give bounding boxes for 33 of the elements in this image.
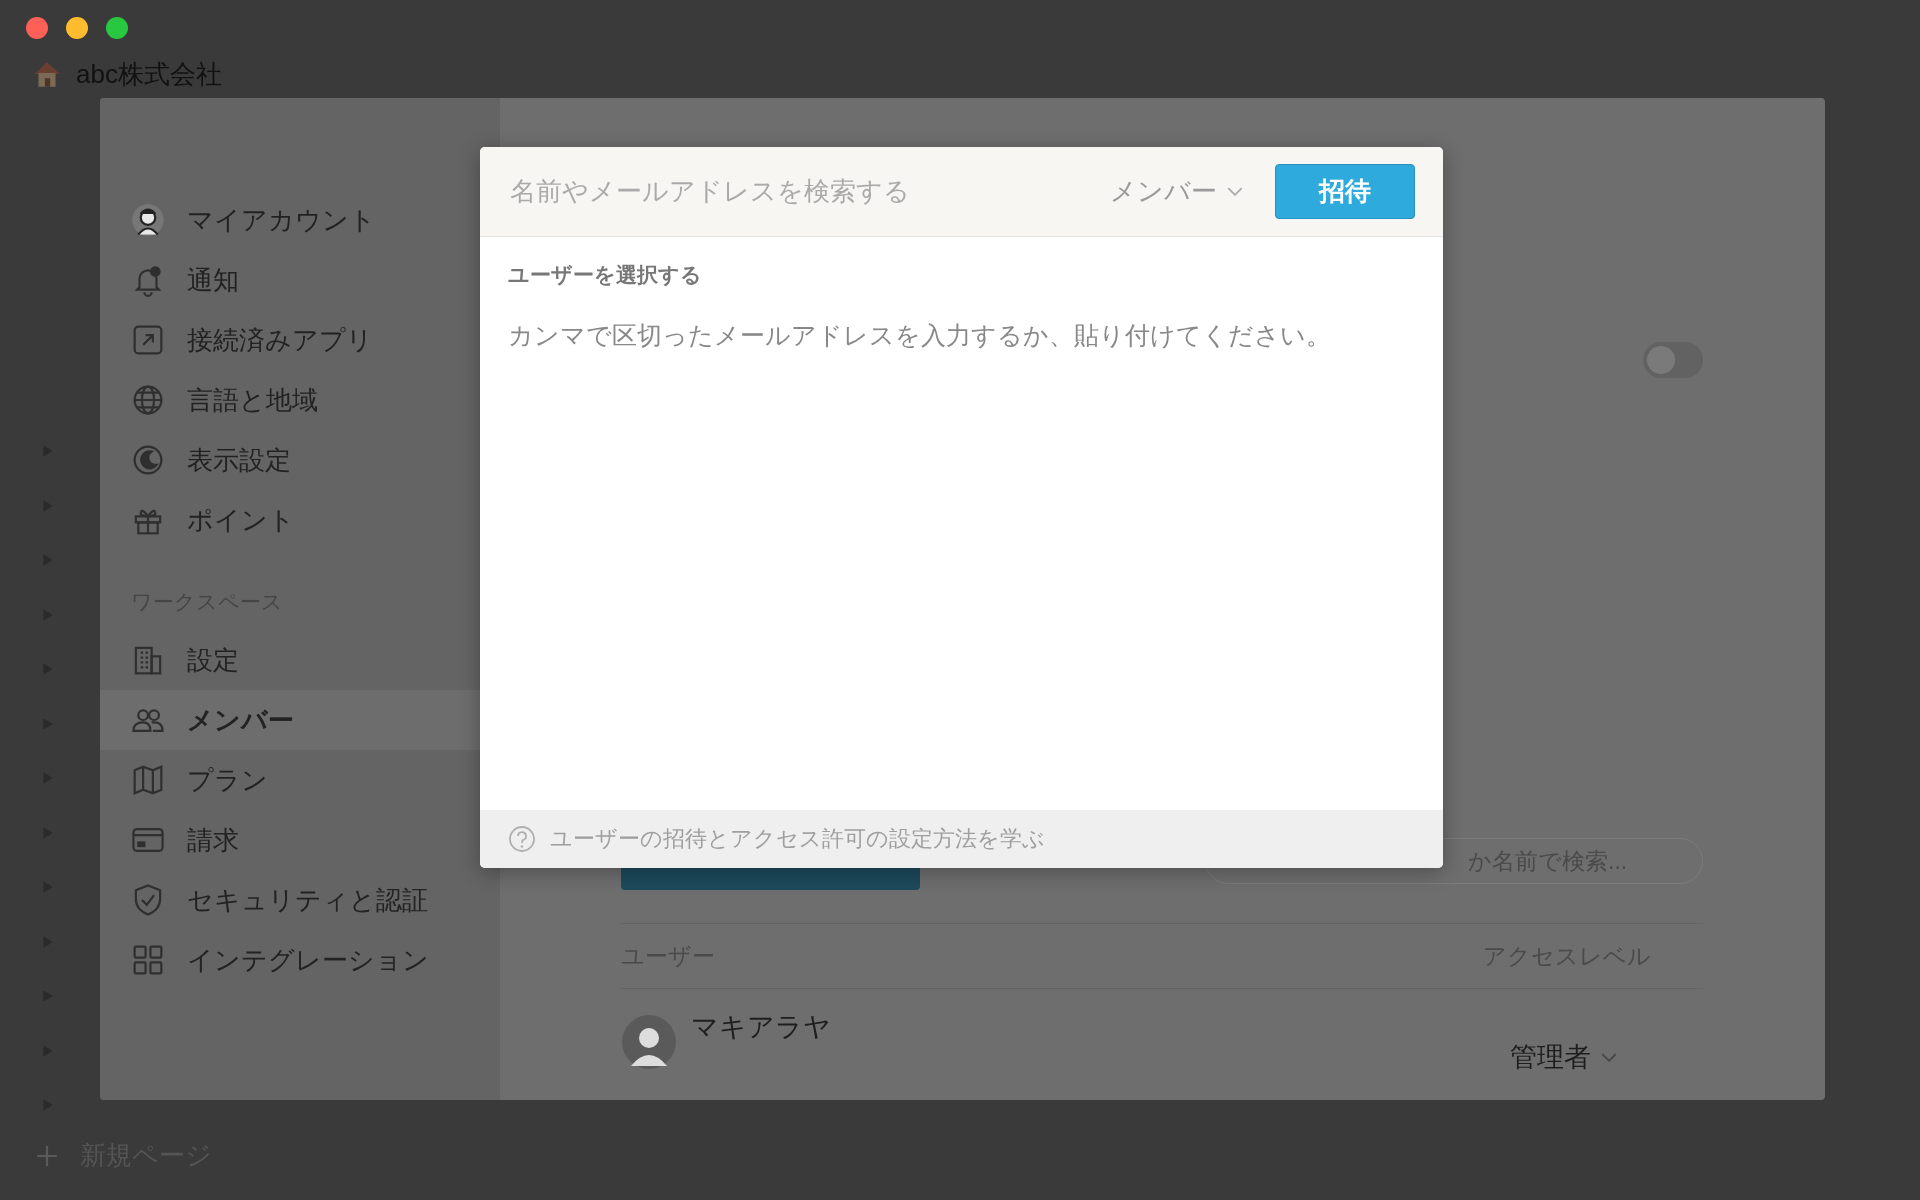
settings-nav-item[interactable]: インテグレーション: [100, 930, 500, 990]
settings-nav-item[interactable]: 接続済みアプリ: [100, 310, 500, 370]
moon-icon: [131, 443, 165, 477]
settings-nav-item[interactable]: 通知: [100, 250, 500, 310]
avatar-icon: [621, 1014, 677, 1070]
settings-nav-item[interactable]: 請求: [100, 810, 500, 870]
hint-text: カンマで区切ったメールアドレスを入力するか、貼り付けてください。: [508, 320, 1332, 351]
settings-nav-item[interactable]: プラン: [100, 750, 500, 810]
toggle-switch[interactable]: [1643, 342, 1703, 378]
plus-icon[interactable]: [36, 1144, 58, 1167]
grid-icon: [131, 943, 165, 977]
help-icon: [508, 825, 536, 853]
arrow-box-icon: [131, 323, 165, 357]
settings-nav-item[interactable]: ポイント: [100, 490, 500, 550]
globe-icon: [131, 383, 165, 417]
close-window-button[interactable]: [26, 17, 48, 39]
access-level-dropdown[interactable]: 管理者: [1510, 1039, 1617, 1075]
role-dropdown[interactable]: メンバー: [1110, 174, 1243, 209]
chevron-down-icon: [1601, 1052, 1617, 1062]
settings-nav-item[interactable]: 設定: [100, 630, 500, 690]
settings-nav-item[interactable]: マイアカウント: [100, 190, 500, 250]
map-icon: [131, 763, 165, 797]
invite-button[interactable]: 招待: [1275, 164, 1415, 219]
settings-nav-item[interactable]: 言語と地域: [100, 370, 500, 430]
zoom-window-button[interactable]: [106, 17, 128, 39]
settings-nav-item[interactable]: セキュリティと認証: [100, 870, 500, 930]
section-label: ユーザーを選択する: [508, 262, 703, 288]
avatar-icon: [131, 203, 165, 237]
chevron-down-icon: [1227, 187, 1243, 196]
minimize-window-button[interactable]: [66, 17, 88, 39]
user-search-field[interactable]: 名前やメールアドレスを検索する: [508, 175, 1110, 208]
user-name: マキアラヤ: [691, 1011, 831, 1044]
settings-nav-item[interactable]: 表示設定: [100, 430, 500, 490]
